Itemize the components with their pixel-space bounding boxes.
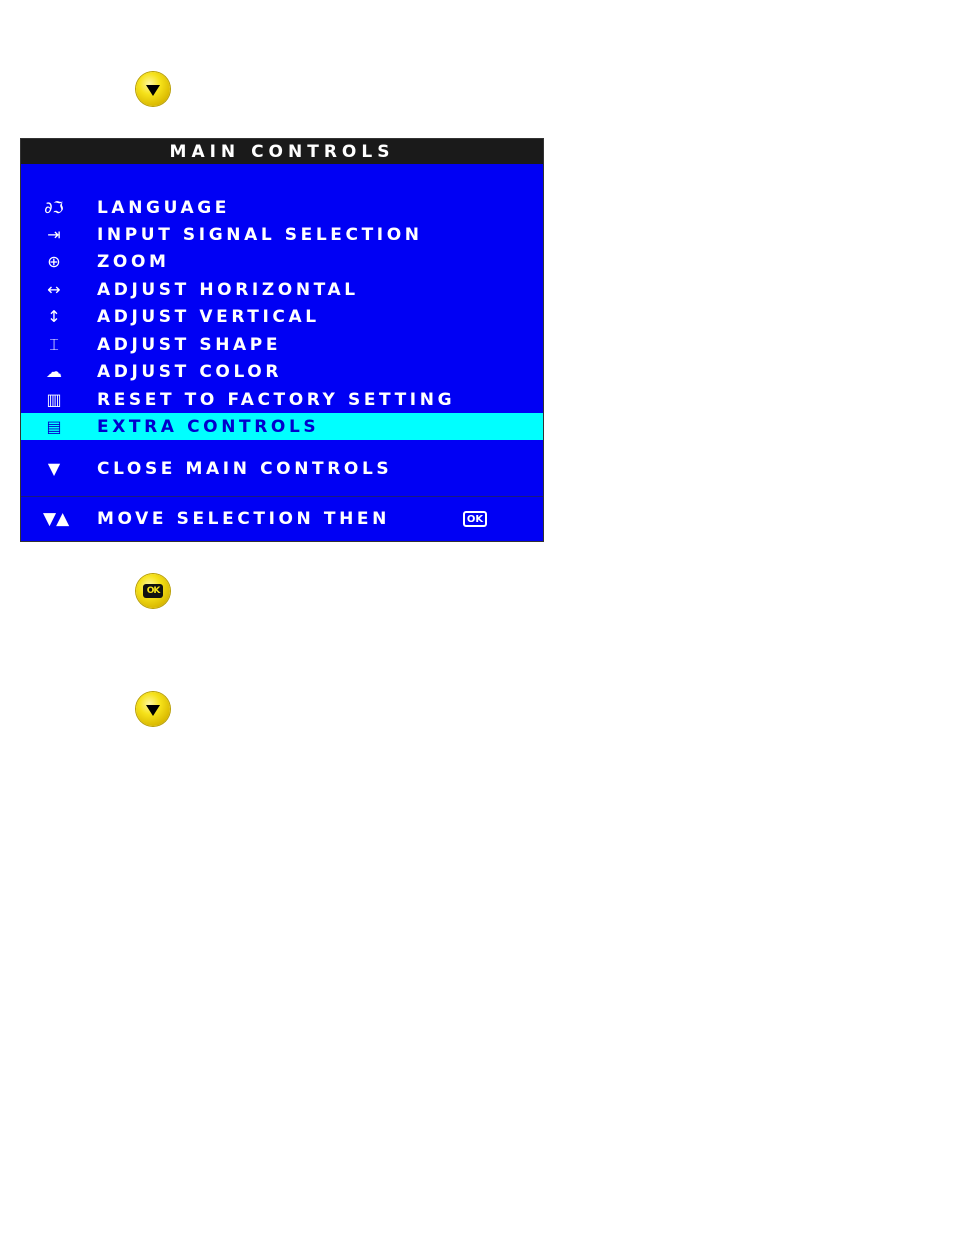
- zoom-icon: ⊕: [47, 252, 61, 271]
- language-icon: ∂ℑ: [44, 198, 64, 217]
- adjust-vertical-icon: ↕: [47, 307, 61, 326]
- menu-item-label: RESET TO FACTORY SETTING: [97, 389, 456, 410]
- ok-icon: OK: [463, 511, 487, 527]
- up-down-arrows-icon: ▼▲: [43, 509, 70, 529]
- divider: [21, 496, 543, 497]
- navigation-hint: ▼▲ MOVE SELECTION THEN OK: [21, 499, 543, 539]
- down-arrow-icon: ▼: [47, 459, 61, 478]
- main-controls-menu: MAIN CONTROLS ∂ℑ LANGUAGE ⇥ INPUT SIGNAL…: [20, 138, 544, 542]
- menu-item-label: ADJUST HORIZONTAL: [97, 279, 359, 300]
- menu-item-extra-controls[interactable]: ▤ EXTRA CONTROLS: [21, 413, 543, 440]
- menu-title: MAIN CONTROLS: [21, 139, 543, 164]
- close-label: CLOSE MAIN CONTROLS: [97, 458, 393, 479]
- menu-item-close[interactable]: ▼ CLOSE MAIN CONTROLS: [21, 455, 543, 482]
- menu-item-zoom[interactable]: ⊕ ZOOM: [21, 248, 543, 275]
- input-signal-icon: ⇥: [47, 225, 61, 244]
- menu-item-adjust-shape[interactable]: ⌶ ADJUST SHAPE: [21, 331, 543, 358]
- menu-item-input-signal-selection[interactable]: ⇥ INPUT SIGNAL SELECTION: [21, 221, 543, 248]
- down-arrow-button-icon: [136, 692, 170, 726]
- palette-icon: ☁: [46, 362, 62, 381]
- ok-glyph: OK: [143, 584, 163, 598]
- menu-item-adjust-color[interactable]: ☁ ADJUST COLOR: [21, 358, 543, 385]
- menu-item-label: ADJUST SHAPE: [97, 334, 282, 355]
- menu-item-adjust-horizontal[interactable]: ↔ ADJUST HORIZONTAL: [21, 276, 543, 303]
- menu-item-label: ZOOM: [97, 251, 170, 272]
- factory-icon: ▥: [46, 390, 62, 409]
- extra-controls-icon: ▤: [46, 417, 62, 436]
- adjust-shape-icon: ⌶: [49, 334, 59, 354]
- menu-item-adjust-vertical[interactable]: ↕ ADJUST VERTICAL: [21, 303, 543, 330]
- menu-item-label: ADJUST VERTICAL: [97, 306, 320, 327]
- menu-item-label: INPUT SIGNAL SELECTION: [97, 224, 423, 245]
- down-arrow-button-icon: [136, 72, 170, 106]
- adjust-horizontal-icon: ↔: [47, 280, 61, 299]
- hint-label: MOVE SELECTION THEN: [97, 509, 390, 529]
- menu-item-label: ADJUST COLOR: [97, 361, 283, 382]
- menu-item-language[interactable]: ∂ℑ LANGUAGE: [21, 194, 543, 221]
- menu-item-label: LANGUAGE: [97, 197, 230, 218]
- ok-button-icon: OK: [136, 574, 170, 608]
- menu-item-reset-factory[interactable]: ▥ RESET TO FACTORY SETTING: [21, 386, 543, 413]
- menu-item-label: EXTRA CONTROLS: [97, 416, 320, 437]
